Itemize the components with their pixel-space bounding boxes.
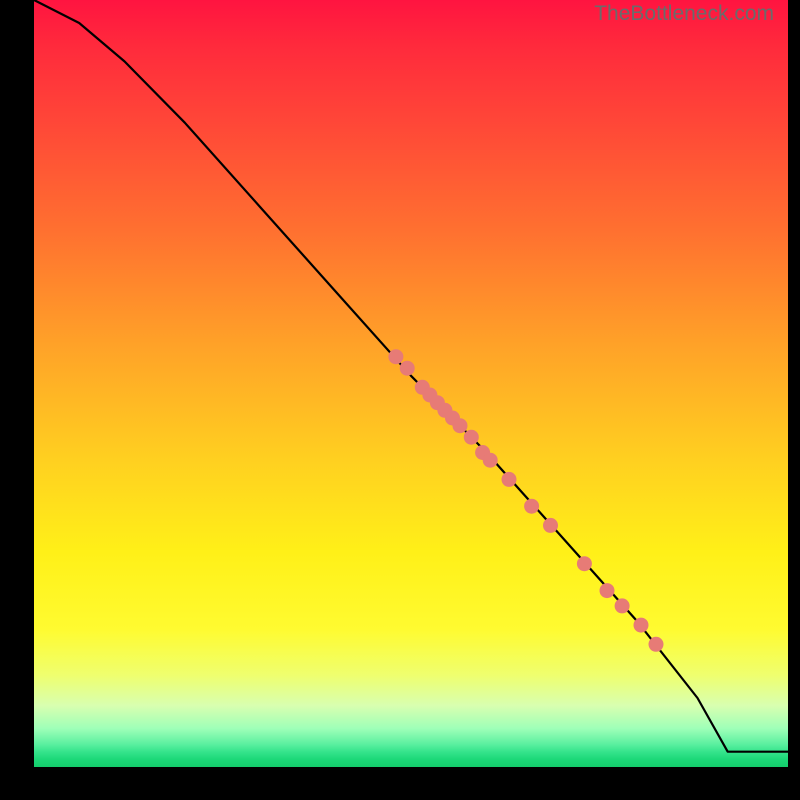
data-marker xyxy=(502,472,517,487)
data-marker xyxy=(388,349,403,364)
data-marker xyxy=(615,598,630,613)
data-marker xyxy=(483,453,498,468)
data-marker xyxy=(400,361,415,376)
data-marker xyxy=(453,418,468,433)
watermark-text: TheBottleneck.com xyxy=(594,2,774,26)
chart-stage: TheBottleneck.com xyxy=(0,0,800,800)
data-marker xyxy=(475,445,490,460)
data-marker xyxy=(464,430,479,445)
data-marker xyxy=(524,499,539,514)
data-curve xyxy=(34,0,788,752)
chart-plot-area: TheBottleneck.com xyxy=(34,0,788,767)
data-marker xyxy=(634,618,649,633)
data-marker xyxy=(577,556,592,571)
data-marker xyxy=(649,637,664,652)
data-marker xyxy=(415,380,430,395)
data-marker xyxy=(437,403,452,418)
data-marker xyxy=(422,388,437,403)
data-marker xyxy=(445,411,460,426)
data-marker xyxy=(600,583,615,598)
data-marker xyxy=(430,395,445,410)
data-markers xyxy=(388,349,663,652)
chart-svg xyxy=(34,0,788,767)
data-marker xyxy=(543,518,558,533)
